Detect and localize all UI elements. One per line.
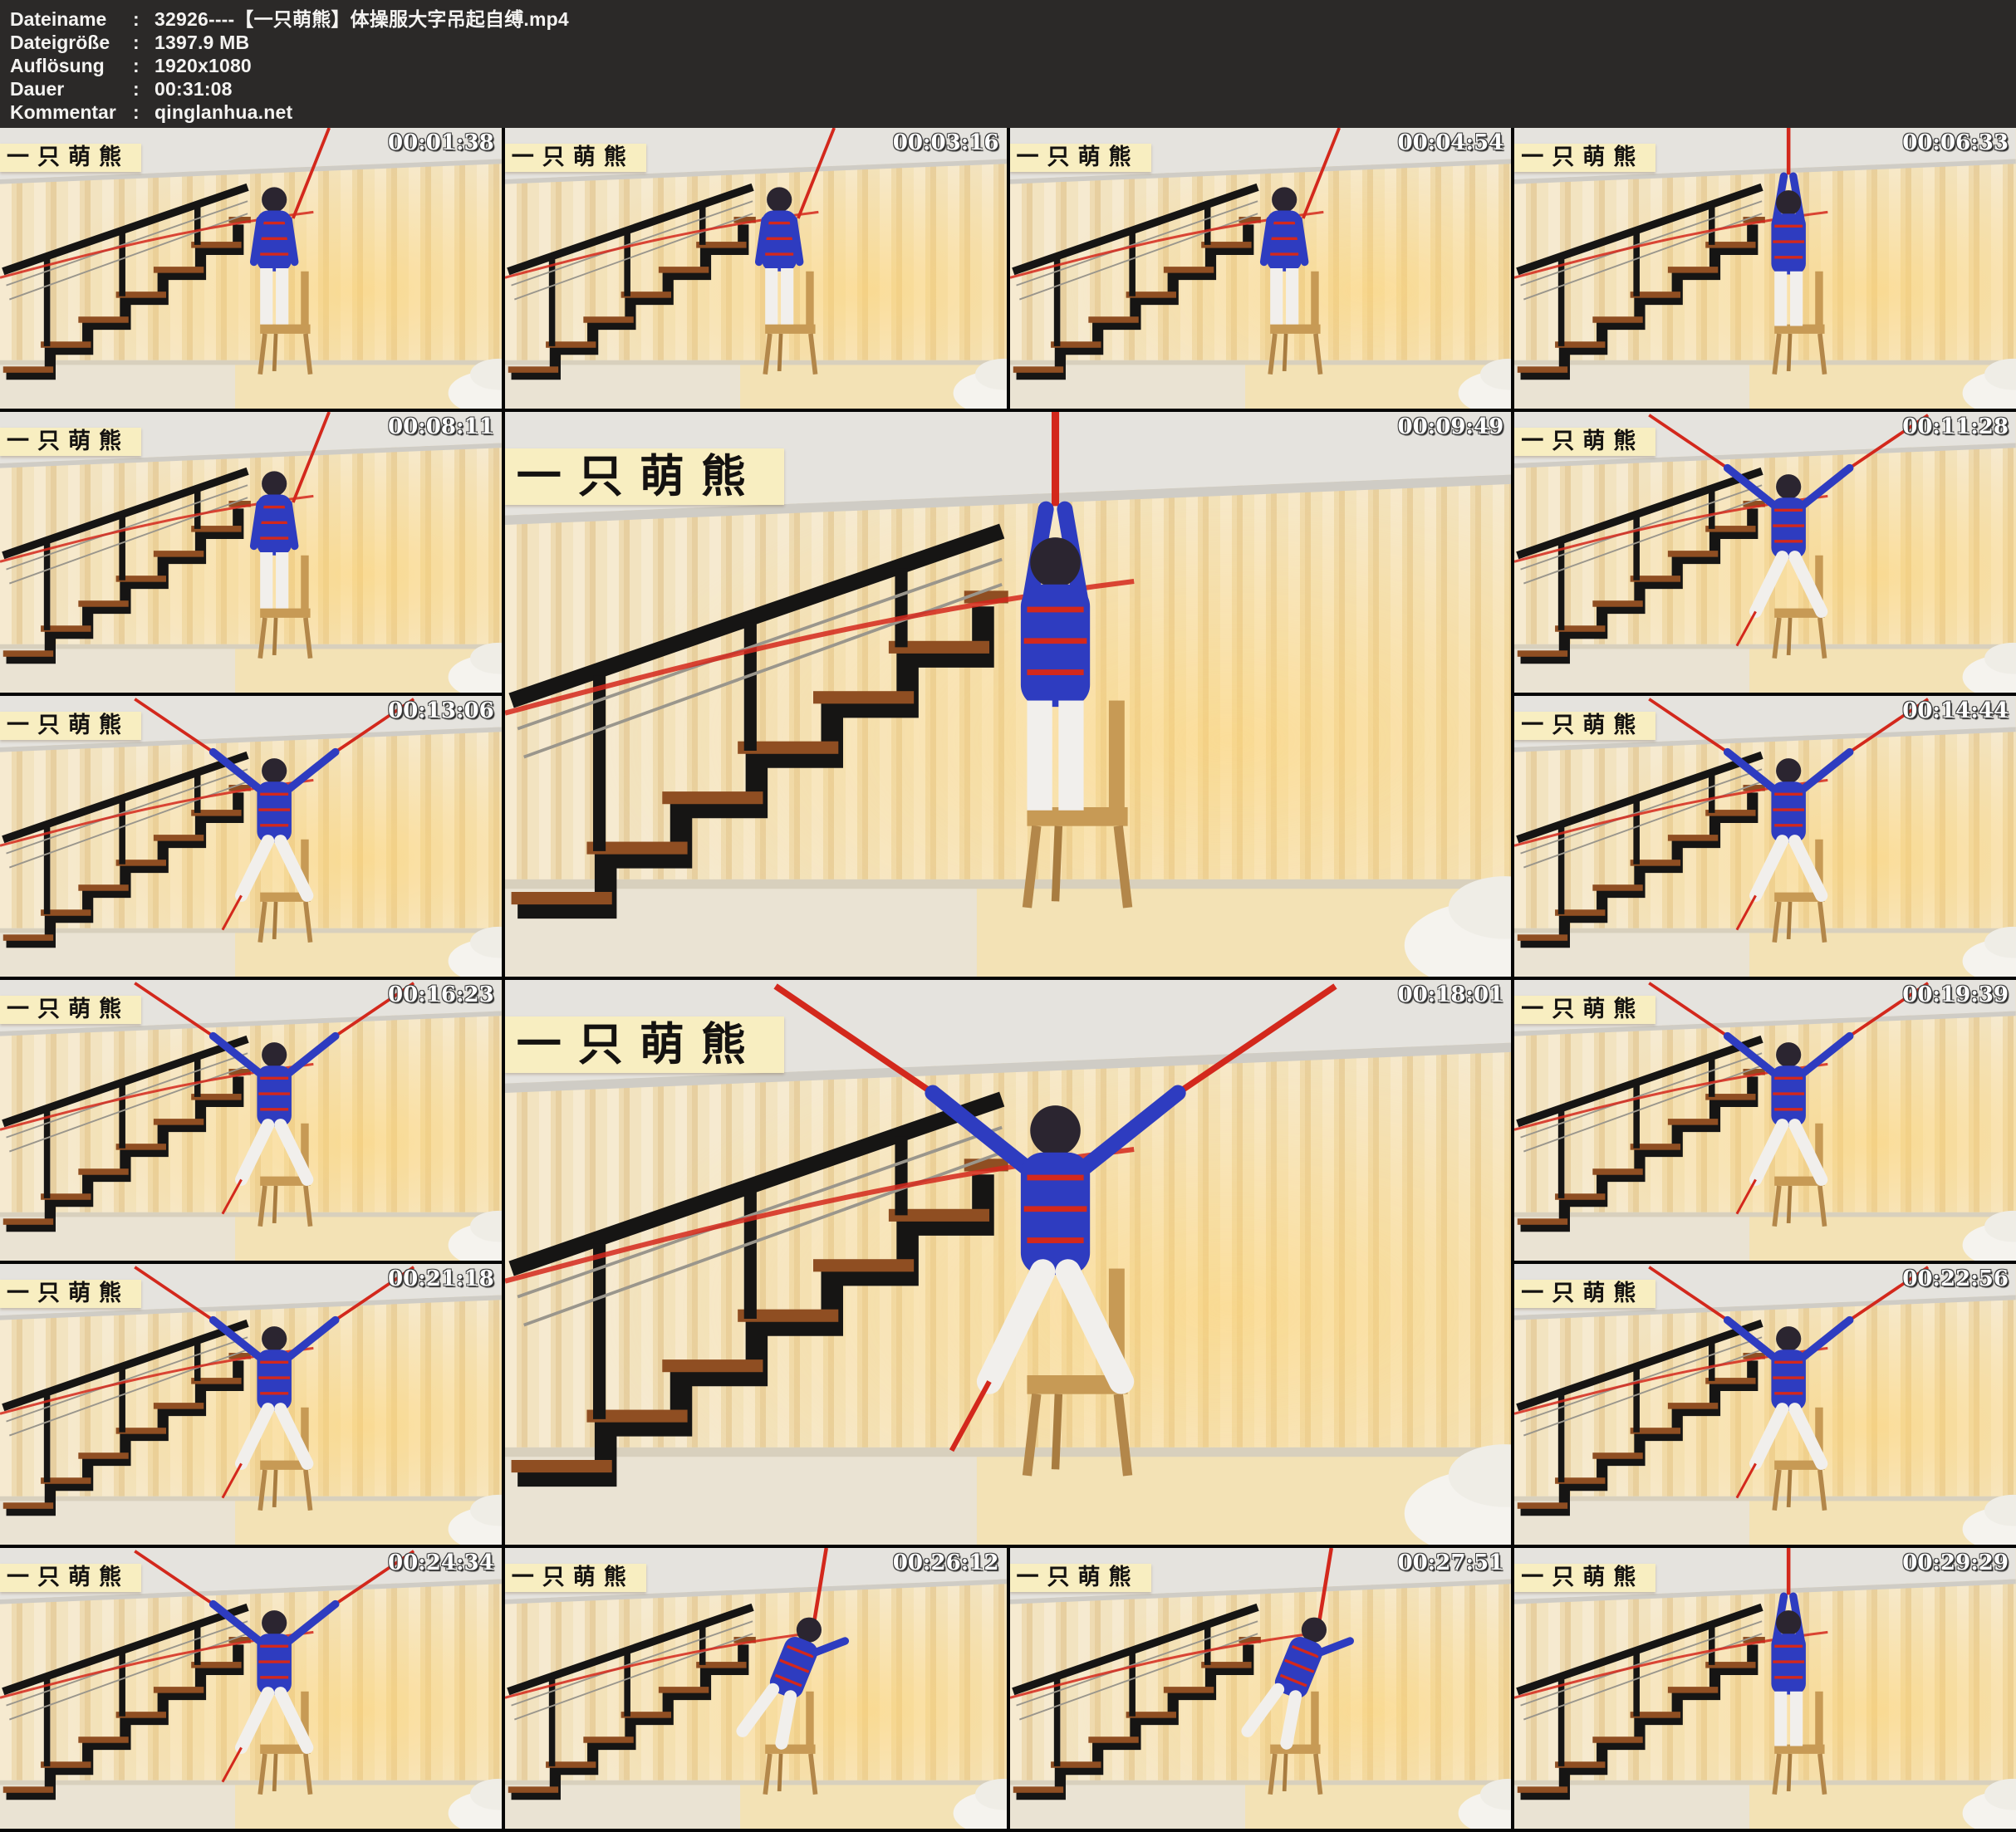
timestamp-overlay: 00:22:56 xyxy=(1902,1266,2009,1291)
watermark-text: 一只萌熊 xyxy=(1010,1564,1151,1592)
video-thumbnail-6: 一只萌熊 00:09:49 xyxy=(505,412,1512,977)
contact-sheet: Dateiname:32926----【一只萌熊】体操服大字吊起自缚.mp4 D… xyxy=(0,0,2016,1832)
video-thumbnail-14: 一只萌熊 00:22:56 xyxy=(1514,1264,2016,1545)
watermark-text: 一只萌熊 xyxy=(1514,712,1655,740)
comment-value: qinglanhua.net xyxy=(155,101,292,123)
watermark-text: 一只萌熊 xyxy=(505,448,784,505)
watermark-text: 一只萌熊 xyxy=(0,1280,141,1308)
timestamp-overlay: 00:06:33 xyxy=(1902,130,2009,155)
timestamp-overlay: 00:08:11 xyxy=(388,414,494,439)
video-thumbnail-10: 一只萌熊 00:16:23 xyxy=(0,980,502,1261)
video-thumbnail-18: 一只萌熊 00:29:29 xyxy=(1514,1548,2016,1829)
separator: : xyxy=(133,54,155,77)
video-thumbnail-8: 一只萌熊 00:13:06 xyxy=(0,696,502,977)
video-thumbnail-3: 一只萌熊 00:04:54 xyxy=(1010,128,1512,409)
info-row-filesize: Dateigröße:1397.9 MB xyxy=(10,31,2016,54)
watermark-text: 一只萌熊 xyxy=(1514,144,1655,172)
info-row-comment: Kommentar:qinglanhua.net xyxy=(10,100,2016,124)
video-thumbnail-11: 一只萌熊 00:18:01 xyxy=(505,980,1512,1545)
duration-label: Dauer xyxy=(10,77,133,100)
watermark-text: 一只萌熊 xyxy=(505,1564,646,1592)
timestamp-overlay: 00:16:23 xyxy=(388,982,494,1007)
timestamp-overlay: 00:13:06 xyxy=(388,698,494,723)
separator: : xyxy=(133,7,155,31)
watermark-text: 一只萌熊 xyxy=(0,1564,141,1592)
filename-label: Dateiname xyxy=(10,7,133,31)
info-row-resolution: Auflösung:1920x1080 xyxy=(10,54,2016,77)
watermark-text: 一只萌熊 xyxy=(0,712,141,740)
video-thumbnail-9: 一只萌熊 00:14:44 xyxy=(1514,696,2016,977)
resolution-value: 1920x1080 xyxy=(155,55,252,76)
timestamp-overlay: 00:03:16 xyxy=(893,130,999,155)
comment-label: Kommentar xyxy=(10,100,133,124)
watermark-text: 一只萌熊 xyxy=(1514,428,1655,456)
watermark-text: 一只萌熊 xyxy=(0,144,141,172)
timestamp-overlay: 00:01:38 xyxy=(388,130,494,155)
watermark-text: 一只萌熊 xyxy=(1514,1280,1655,1308)
video-thumbnail-4: 一只萌熊 00:06:33 xyxy=(1514,128,2016,409)
timestamp-overlay: 00:14:44 xyxy=(1902,698,2009,723)
info-row-filename: Dateiname:32926----【一只萌熊】体操服大字吊起自缚.mp4 xyxy=(10,7,2016,31)
video-thumbnail-16: 一只萌熊 00:26:12 xyxy=(505,1548,1007,1829)
timestamp-overlay: 00:18:01 xyxy=(1398,982,1504,1007)
separator: : xyxy=(133,31,155,54)
video-thumbnail-17: 一只萌熊 00:27:51 xyxy=(1010,1548,1512,1829)
watermark-text: 一只萌熊 xyxy=(1514,996,1655,1024)
filename-value: 32926----【一只萌熊】体操服大字吊起自缚.mp4 xyxy=(155,8,569,30)
separator: : xyxy=(133,77,155,100)
filesize-label: Dateigröße xyxy=(10,31,133,54)
video-thumbnail-15: 一只萌熊 00:24:34 xyxy=(0,1548,502,1829)
timestamp-overlay: 00:04:54 xyxy=(1398,130,1504,155)
filesize-value: 1397.9 MB xyxy=(155,32,249,53)
video-thumbnail-2: 一只萌熊 00:03:16 xyxy=(505,128,1007,409)
timestamp-overlay: 00:09:49 xyxy=(1398,414,1504,439)
video-thumbnail-12: 一只萌熊 00:19:39 xyxy=(1514,980,2016,1261)
separator: : xyxy=(133,100,155,124)
timestamp-overlay: 00:24:34 xyxy=(388,1550,494,1575)
watermark-text: 一只萌熊 xyxy=(0,428,141,456)
duration-value: 00:31:08 xyxy=(155,78,233,100)
video-thumbnail-13: 一只萌熊 00:21:18 xyxy=(0,1264,502,1545)
timestamp-overlay: 00:21:18 xyxy=(388,1266,494,1291)
timestamp-overlay: 00:11:28 xyxy=(1902,414,2009,439)
video-thumbnail-7: 一只萌熊 00:11:28 xyxy=(1514,412,2016,693)
watermark-text: 一只萌熊 xyxy=(505,144,646,172)
watermark-text: 一只萌熊 xyxy=(0,996,141,1024)
info-row-duration: Dauer:00:31:08 xyxy=(10,77,2016,100)
watermark-text: 一只萌熊 xyxy=(1010,144,1151,172)
watermark-text: 一只萌熊 xyxy=(505,1016,784,1073)
video-thumbnail-1: 一只萌熊 00:01:38 xyxy=(0,128,502,409)
timestamp-overlay: 00:26:12 xyxy=(893,1550,999,1575)
video-thumbnail-5: 一只萌熊 00:08:11 xyxy=(0,412,502,693)
watermark-text: 一只萌熊 xyxy=(1514,1564,1655,1592)
resolution-label: Auflösung xyxy=(10,54,133,77)
timestamp-overlay: 00:29:29 xyxy=(1902,1550,2009,1575)
file-info-header: Dateiname:32926----【一只萌熊】体操服大字吊起自缚.mp4 D… xyxy=(0,0,2016,128)
timestamp-overlay: 00:27:51 xyxy=(1398,1550,1504,1575)
timestamp-overlay: 00:19:39 xyxy=(1902,982,2009,1007)
thumbnail-grid: 一只萌熊 00:01:38 xyxy=(0,128,2016,1832)
